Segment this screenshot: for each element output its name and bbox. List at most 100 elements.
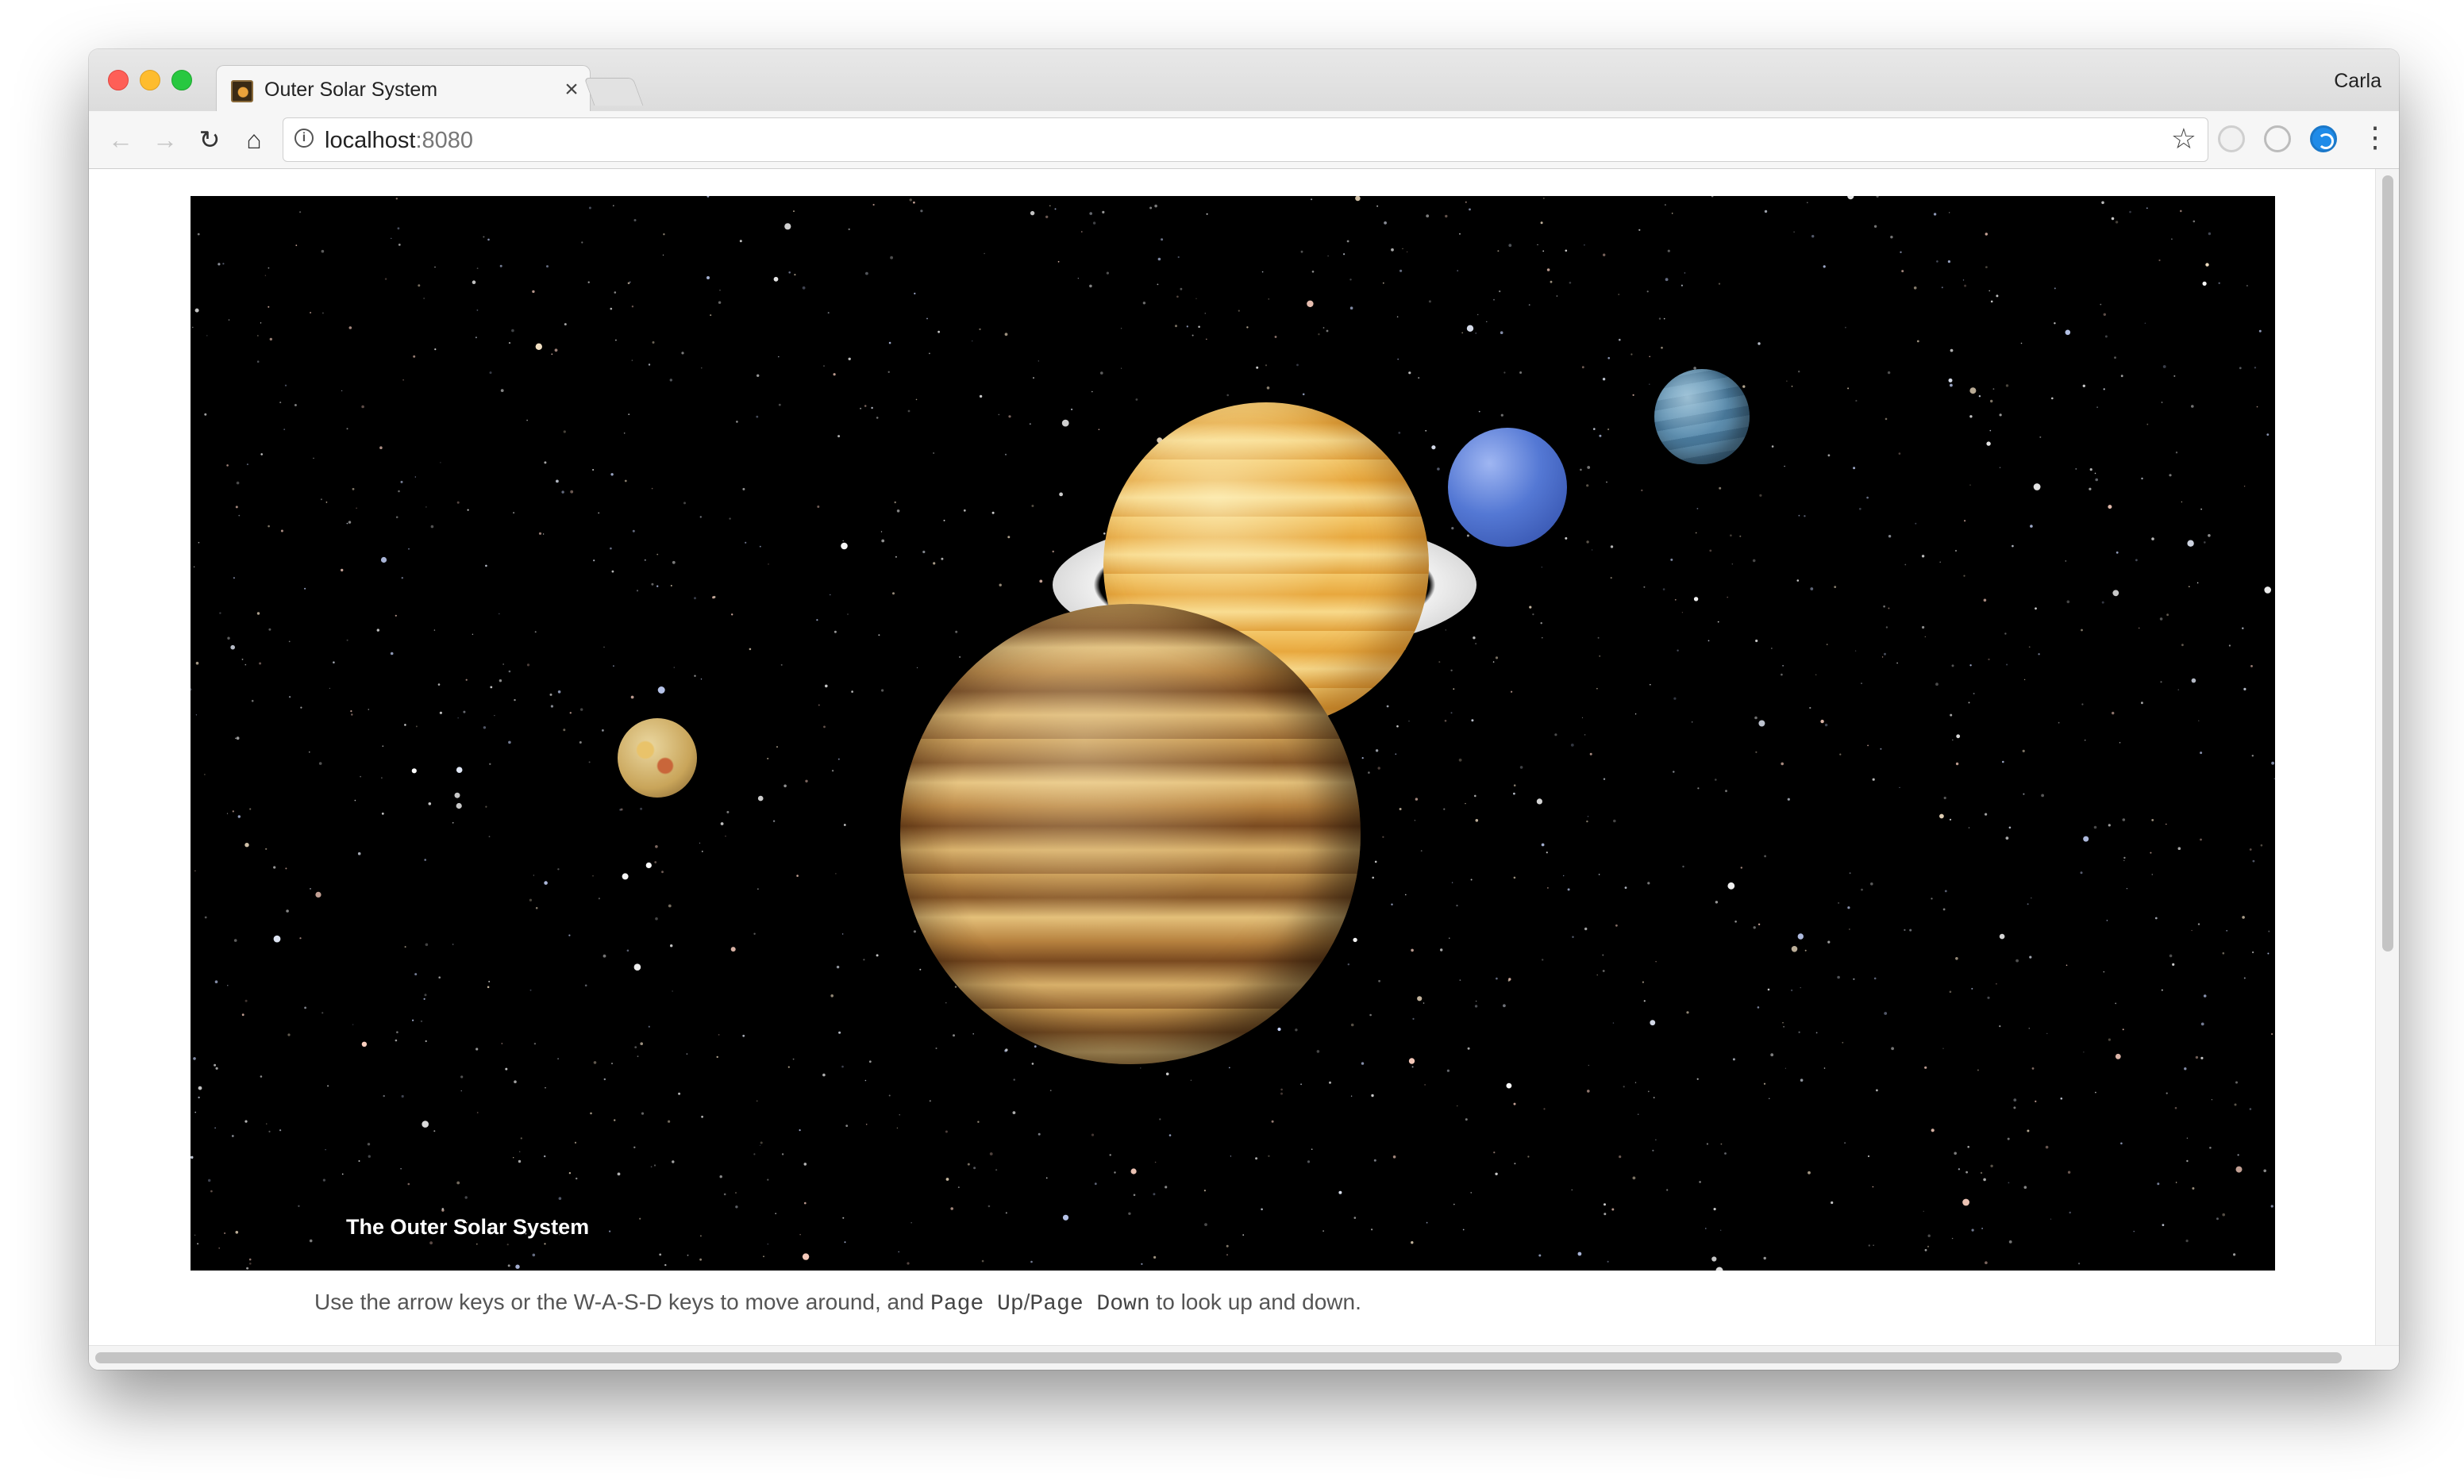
forward-icon[interactable]: → (148, 122, 183, 157)
star (1030, 210, 1035, 216)
hint-key-page-down: Page Down (1030, 1292, 1150, 1317)
horizontal-scroll-thumb[interactable] (95, 1352, 2342, 1363)
star (2112, 711, 2115, 715)
star (712, 596, 715, 599)
star (659, 1253, 662, 1256)
star (887, 371, 890, 373)
star (304, 587, 306, 590)
star (2222, 952, 2225, 955)
maximize-window-button[interactable] (171, 70, 192, 90)
tab-close-icon[interactable]: × (560, 75, 583, 104)
star (2239, 367, 2242, 370)
star (1355, 196, 1361, 202)
star (1499, 290, 1501, 293)
star (735, 1205, 738, 1209)
star (1696, 508, 1699, 509)
star (1956, 734, 1961, 739)
bookmark-star-icon[interactable]: ☆ (2171, 121, 2196, 156)
star (1720, 1143, 1723, 1145)
vertical-scroll-thumb[interactable] (2382, 175, 2393, 952)
tab-outer-solar-system[interactable]: Outer Solar System × (216, 65, 591, 113)
star (1415, 798, 1419, 801)
controls-hint: Use the arrow keys or the W-A-S-D keys t… (314, 1290, 1361, 1317)
star (310, 888, 311, 890)
star (2234, 1103, 2237, 1106)
extension-icon-2[interactable] (2264, 125, 2291, 152)
star (1206, 338, 1207, 340)
url-text[interactable]: localhost:8080 (325, 128, 473, 154)
site-info-icon[interactable]: i (295, 129, 314, 148)
star (2235, 1081, 2238, 1084)
star (2146, 207, 2148, 210)
star (401, 577, 403, 579)
star (2184, 1067, 2187, 1071)
minimize-window-button[interactable] (140, 70, 160, 90)
vertical-scrollbar[interactable] (2375, 169, 2399, 1345)
star (2258, 329, 2262, 333)
star (2108, 824, 2111, 827)
star (1987, 996, 1990, 999)
extension-icon-3[interactable] (2310, 125, 2337, 152)
star (265, 848, 268, 850)
star (249, 808, 252, 810)
star (1153, 1193, 1156, 1196)
star (1008, 415, 1011, 418)
star (309, 1239, 313, 1243)
solar-system-canvas[interactable]: The Outer Solar System (191, 196, 2275, 1271)
extension-icon-1[interactable] (2218, 125, 2245, 152)
star (1963, 575, 1965, 577)
star (1503, 371, 1506, 374)
star (1968, 702, 1970, 704)
star (557, 868, 560, 871)
star (1371, 1094, 1374, 1098)
star (576, 1177, 578, 1180)
star (633, 963, 641, 971)
star (804, 1201, 807, 1205)
star (1782, 665, 1784, 667)
star (1927, 1245, 1930, 1248)
address-bar[interactable]: i localhost:8080 ☆ (283, 117, 2208, 162)
star (1012, 1111, 1016, 1114)
star (2243, 687, 2246, 691)
star (1896, 662, 1899, 664)
star (357, 852, 361, 855)
star (376, 629, 379, 632)
close-window-button[interactable] (108, 70, 129, 90)
star (230, 644, 235, 650)
star (404, 946, 406, 948)
star (672, 1160, 675, 1163)
star (1536, 798, 1542, 805)
star (913, 201, 915, 204)
star (485, 564, 487, 567)
star (2095, 1091, 2096, 1094)
star (876, 417, 879, 419)
star (981, 1259, 984, 1263)
star (1641, 489, 1643, 492)
star (268, 306, 270, 308)
star (2251, 755, 2254, 757)
star (998, 413, 1000, 416)
new-tab-button[interactable] (583, 78, 644, 106)
star (2196, 582, 2199, 584)
reload-icon[interactable]: ↻ (192, 122, 227, 157)
star (1784, 1067, 1786, 1069)
star (2254, 367, 2257, 369)
star (581, 241, 583, 244)
profile-name[interactable]: Carla (2334, 70, 2381, 93)
star (2235, 1166, 2243, 1173)
star (1931, 1128, 1935, 1132)
star (1753, 926, 1756, 929)
browser-menu-icon[interactable]: ⋮ (2361, 122, 2389, 157)
star (310, 312, 312, 313)
star (1538, 1254, 1542, 1257)
star (1265, 364, 1268, 367)
star (1650, 1020, 1656, 1026)
horizontal-scrollbar[interactable] (89, 1345, 2399, 1370)
home-icon[interactable]: ⌂ (237, 122, 271, 157)
star (710, 314, 712, 317)
star (433, 629, 436, 631)
star (842, 540, 844, 542)
back-icon[interactable]: ← (103, 122, 138, 157)
star (719, 1175, 722, 1178)
star (1192, 334, 1194, 336)
